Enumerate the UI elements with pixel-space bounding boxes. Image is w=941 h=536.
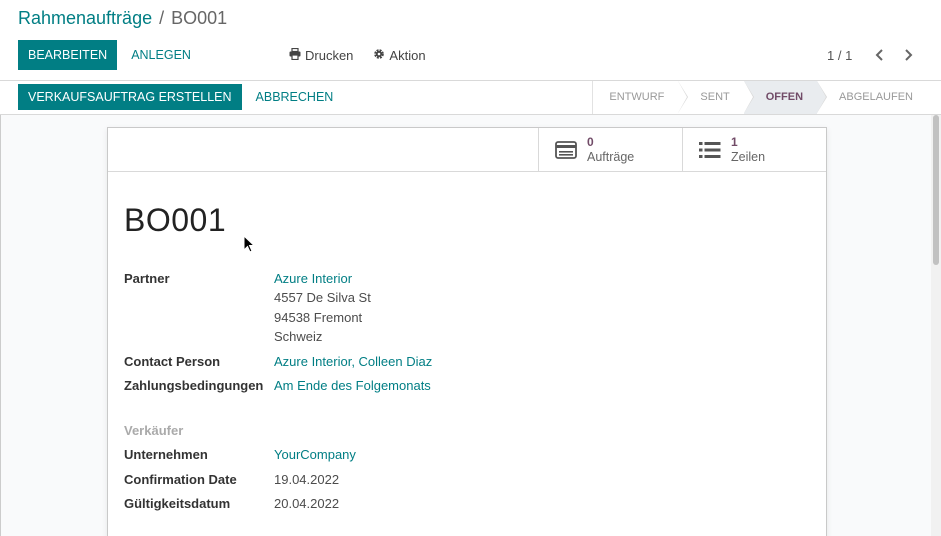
edit-button[interactable]: BEARBEITEN bbox=[18, 40, 118, 70]
lines-label: Zeilen bbox=[731, 150, 766, 164]
status-bar-buttons: VERKAUFSAUFTRAG ERSTELLEN ABBRECHEN bbox=[18, 84, 343, 110]
action-menu[interactable]: Aktion bbox=[373, 47, 426, 63]
create-sale-order-button[interactable]: VERKAUFSAUFTRAG ERSTELLEN bbox=[18, 84, 242, 110]
stage-pipeline: ENTWURF SENT OFFEN ABGELAUFEN bbox=[592, 81, 927, 114]
breadcrumb: Rahmenaufträge / BO001 bbox=[18, 8, 227, 29]
print-menu[interactable]: Drucken bbox=[289, 47, 354, 63]
smart-button-box: 0 Aufträge 1 Zeilen bbox=[108, 128, 826, 172]
orders-label: Aufträge bbox=[587, 150, 635, 164]
lines-count: 1 bbox=[731, 135, 738, 149]
confirmation-date-label: Confirmation Date bbox=[124, 472, 237, 487]
record-title: BO001 bbox=[124, 202, 227, 238]
validity-date-value: 20.04.2022 bbox=[274, 496, 340, 511]
cancel-button[interactable]: ABBRECHEN bbox=[246, 84, 344, 110]
chevron-right-icon[interactable] bbox=[900, 47, 916, 63]
company-label: Unternehmen bbox=[124, 447, 208, 462]
confirmation-date-value: 19.04.2022 bbox=[274, 472, 340, 487]
form-sheet: 0 Aufträge 1 Zeilen BO001 Partner Azure … bbox=[107, 127, 827, 536]
orders-count: 0 bbox=[587, 135, 594, 149]
orders-smart-button[interactable]: 0 Aufträge bbox=[538, 128, 682, 172]
action-label: Aktion bbox=[389, 47, 426, 63]
form-content: 0 Aufträge 1 Zeilen BO001 Partner Azure … bbox=[0, 115, 941, 536]
validity-date-label: Gültigkeitsdatum bbox=[124, 496, 231, 511]
partner-country: Schweiz bbox=[274, 329, 323, 344]
stage-expired[interactable]: ABGELAUFEN bbox=[817, 81, 927, 114]
mouse-cursor-icon bbox=[243, 235, 256, 253]
breadcrumb-parent-link[interactable]: Rahmenaufträge bbox=[18, 8, 152, 29]
partner-label: Partner bbox=[124, 271, 170, 286]
pager-value[interactable]: 1 / 1 bbox=[827, 40, 852, 70]
lines-smart-button[interactable]: 1 Zeilen bbox=[682, 128, 826, 172]
scrollbar-thumb[interactable] bbox=[933, 115, 939, 265]
breadcrumb-separator: / bbox=[159, 8, 165, 28]
print-icon bbox=[289, 47, 301, 63]
company-link[interactable]: YourCompany bbox=[274, 447, 356, 462]
breadcrumb-current: BO001 bbox=[171, 8, 228, 28]
partner-city: 94538 Fremont bbox=[274, 310, 363, 325]
status-bar: VERKAUFSAUFTRAG ERSTELLEN ABBRECHEN ENTW… bbox=[0, 81, 941, 115]
contact-person-link[interactable]: Azure Interior, Colleen Diaz bbox=[274, 354, 432, 369]
pager-arrows bbox=[872, 40, 916, 70]
print-label: Drucken bbox=[305, 47, 354, 63]
salesperson-group-title: Verkäufer bbox=[124, 423, 184, 438]
list-icon bbox=[699, 140, 723, 160]
control-panel: Rahmenaufträge / BO001 BEARBEITEN ANLEGE… bbox=[0, 0, 941, 81]
chevron-left-icon[interactable] bbox=[872, 47, 888, 63]
gear-icon bbox=[373, 48, 385, 63]
vertical-scrollbar[interactable] bbox=[931, 115, 941, 536]
stage-draft[interactable]: ENTWURF bbox=[592, 81, 689, 114]
contact-person-label: Contact Person bbox=[124, 354, 221, 369]
sale-order-icon bbox=[555, 140, 579, 160]
partner-link[interactable]: Azure Interior bbox=[274, 271, 352, 286]
create-button[interactable]: ANLEGEN bbox=[121, 40, 201, 70]
payment-terms-label: Zahlungsbedingungen bbox=[124, 378, 264, 393]
action-menus: Drucken Aktion bbox=[289, 40, 426, 70]
stage-open[interactable]: OFFEN bbox=[743, 81, 828, 114]
partner-street: 4557 De Silva St bbox=[274, 290, 371, 305]
form-buttons: BEARBEITEN ANLEGEN bbox=[18, 40, 201, 70]
payment-terms-link[interactable]: Am Ende des Folgemonats bbox=[274, 378, 431, 393]
